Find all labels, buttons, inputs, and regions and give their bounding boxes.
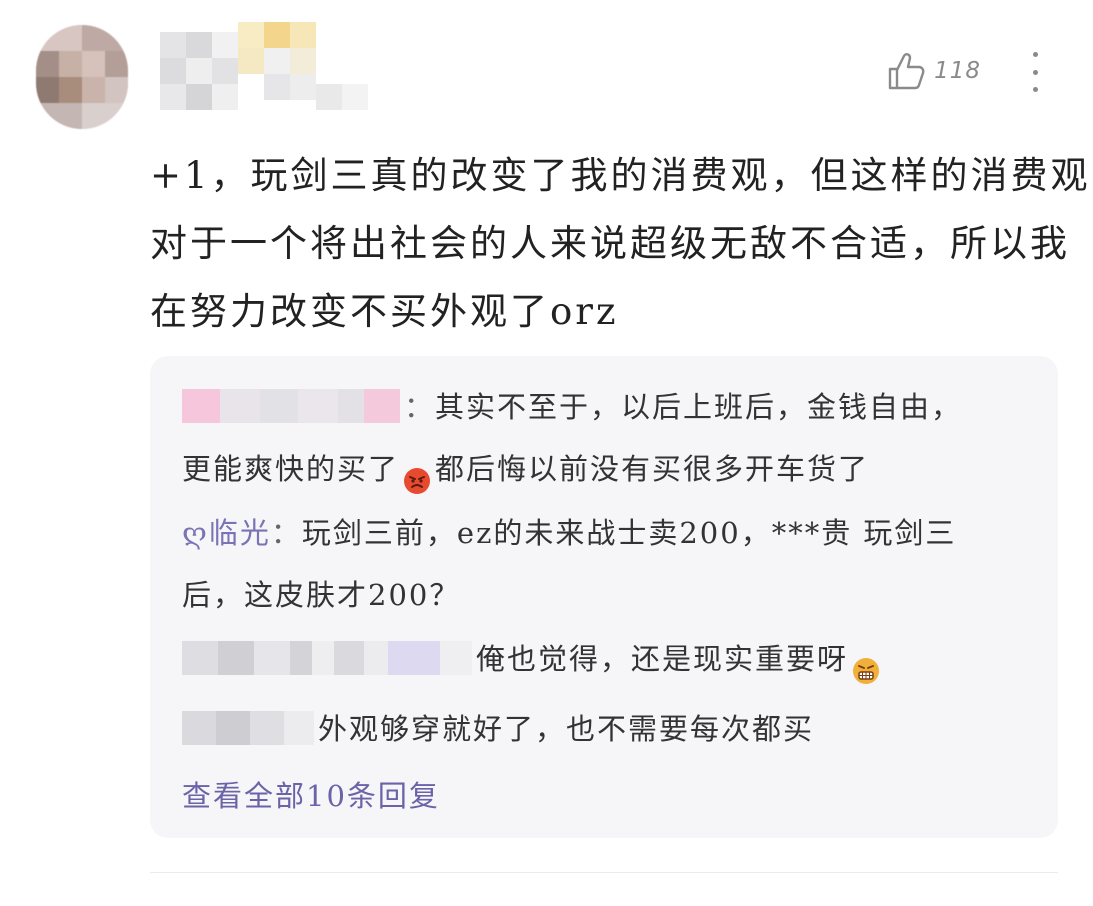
- reply-text: 外观够穿就好了，也不需要每次都买: [318, 712, 815, 746]
- thumbs-up-icon: [884, 49, 928, 93]
- more-dot: [1032, 69, 1038, 75]
- reply-text: 玩剑三前，ez的未来战士卖200，***贵 玩剑三: [301, 516, 957, 550]
- reply-text: 更能爽快的买了: [182, 452, 400, 486]
- reply-item[interactable]: ღ临光：玩剑三前，ez的未来战士卖200，***贵 玩剑三 后，这皮肤才200？: [182, 502, 1042, 626]
- reply-line: 后，这皮肤才200？: [182, 578, 461, 612]
- reply-item[interactable]: ：其实不至于，以后上班后，金钱自由， 更能爽快的买了 都后悔以前没有买很多开车货…: [182, 376, 1042, 500]
- more-dot: [1032, 52, 1038, 57]
- reply-line: ღ临光：玩剑三前，ez的未来战士卖200，***贵 玩剑三: [182, 502, 1042, 564]
- view-all-replies-link[interactable]: 查看全部10条回复: [182, 774, 440, 818]
- comment-card: 118 +1，玩剑三真的改变了我的消费观，但这样的消费观 对于一个将出社会的人来…: [0, 0, 1093, 906]
- reply-text: 都后悔以前没有买很多开车货了: [435, 452, 870, 486]
- reply-line: 外观够穿就好了，也不需要每次都买: [182, 698, 1042, 760]
- more-dot: [1032, 87, 1038, 92]
- divider: [150, 872, 1058, 873]
- reply-line: 更能爽快的买了 都后悔以前没有买很多开车货了: [182, 438, 1042, 500]
- reply-line: 俺也觉得，还是现实重要呀: [182, 628, 1042, 690]
- reply-item[interactable]: 俺也觉得，还是现实重要呀: [182, 628, 1042, 690]
- username-redacted[interactable]: [160, 22, 370, 114]
- reply-author[interactable]: ღ临光: [182, 516, 271, 550]
- like-count: 118: [934, 58, 981, 84]
- reply-line: ：其实不至于，以后上班后，金钱自由，: [182, 376, 1042, 438]
- reply-colon: ：: [404, 390, 436, 424]
- angry-face-icon: [403, 454, 431, 494]
- more-options-button[interactable]: [1020, 48, 1050, 96]
- like-button[interactable]: 118: [884, 46, 981, 96]
- reply-author-redacted[interactable]: [182, 711, 314, 745]
- avatar[interactable]: [36, 25, 128, 129]
- grimacing-face-icon: [852, 644, 880, 684]
- reply-author-redacted[interactable]: [182, 641, 472, 675]
- reply-colon: ：: [270, 516, 302, 550]
- comment-line: +1，玩剑三真的改变了我的消费观，但这样的消费观: [150, 154, 1091, 197]
- reply-author-redacted[interactable]: [182, 389, 400, 423]
- reply-item[interactable]: 外观够穿就好了，也不需要每次都买: [182, 698, 1042, 760]
- comment-line: 在努力改变不买外观了orz: [150, 290, 619, 333]
- reply-text: 其实不至于，以后上班后，金钱自由，: [435, 390, 963, 424]
- comment-text: +1，玩剑三真的改变了我的消费观，但这样的消费观 对于一个将出社会的人来说超级无…: [150, 142, 1091, 346]
- reply-text: 俺也觉得，还是现实重要呀: [476, 642, 849, 676]
- comment-line: 对于一个将出社会的人来说超级无敌不合适，所以我: [150, 222, 1070, 265]
- replies-panel: ：其实不至于，以后上班后，金钱自由， 更能爽快的买了 都后悔以前没有买很多开车货…: [150, 356, 1058, 838]
